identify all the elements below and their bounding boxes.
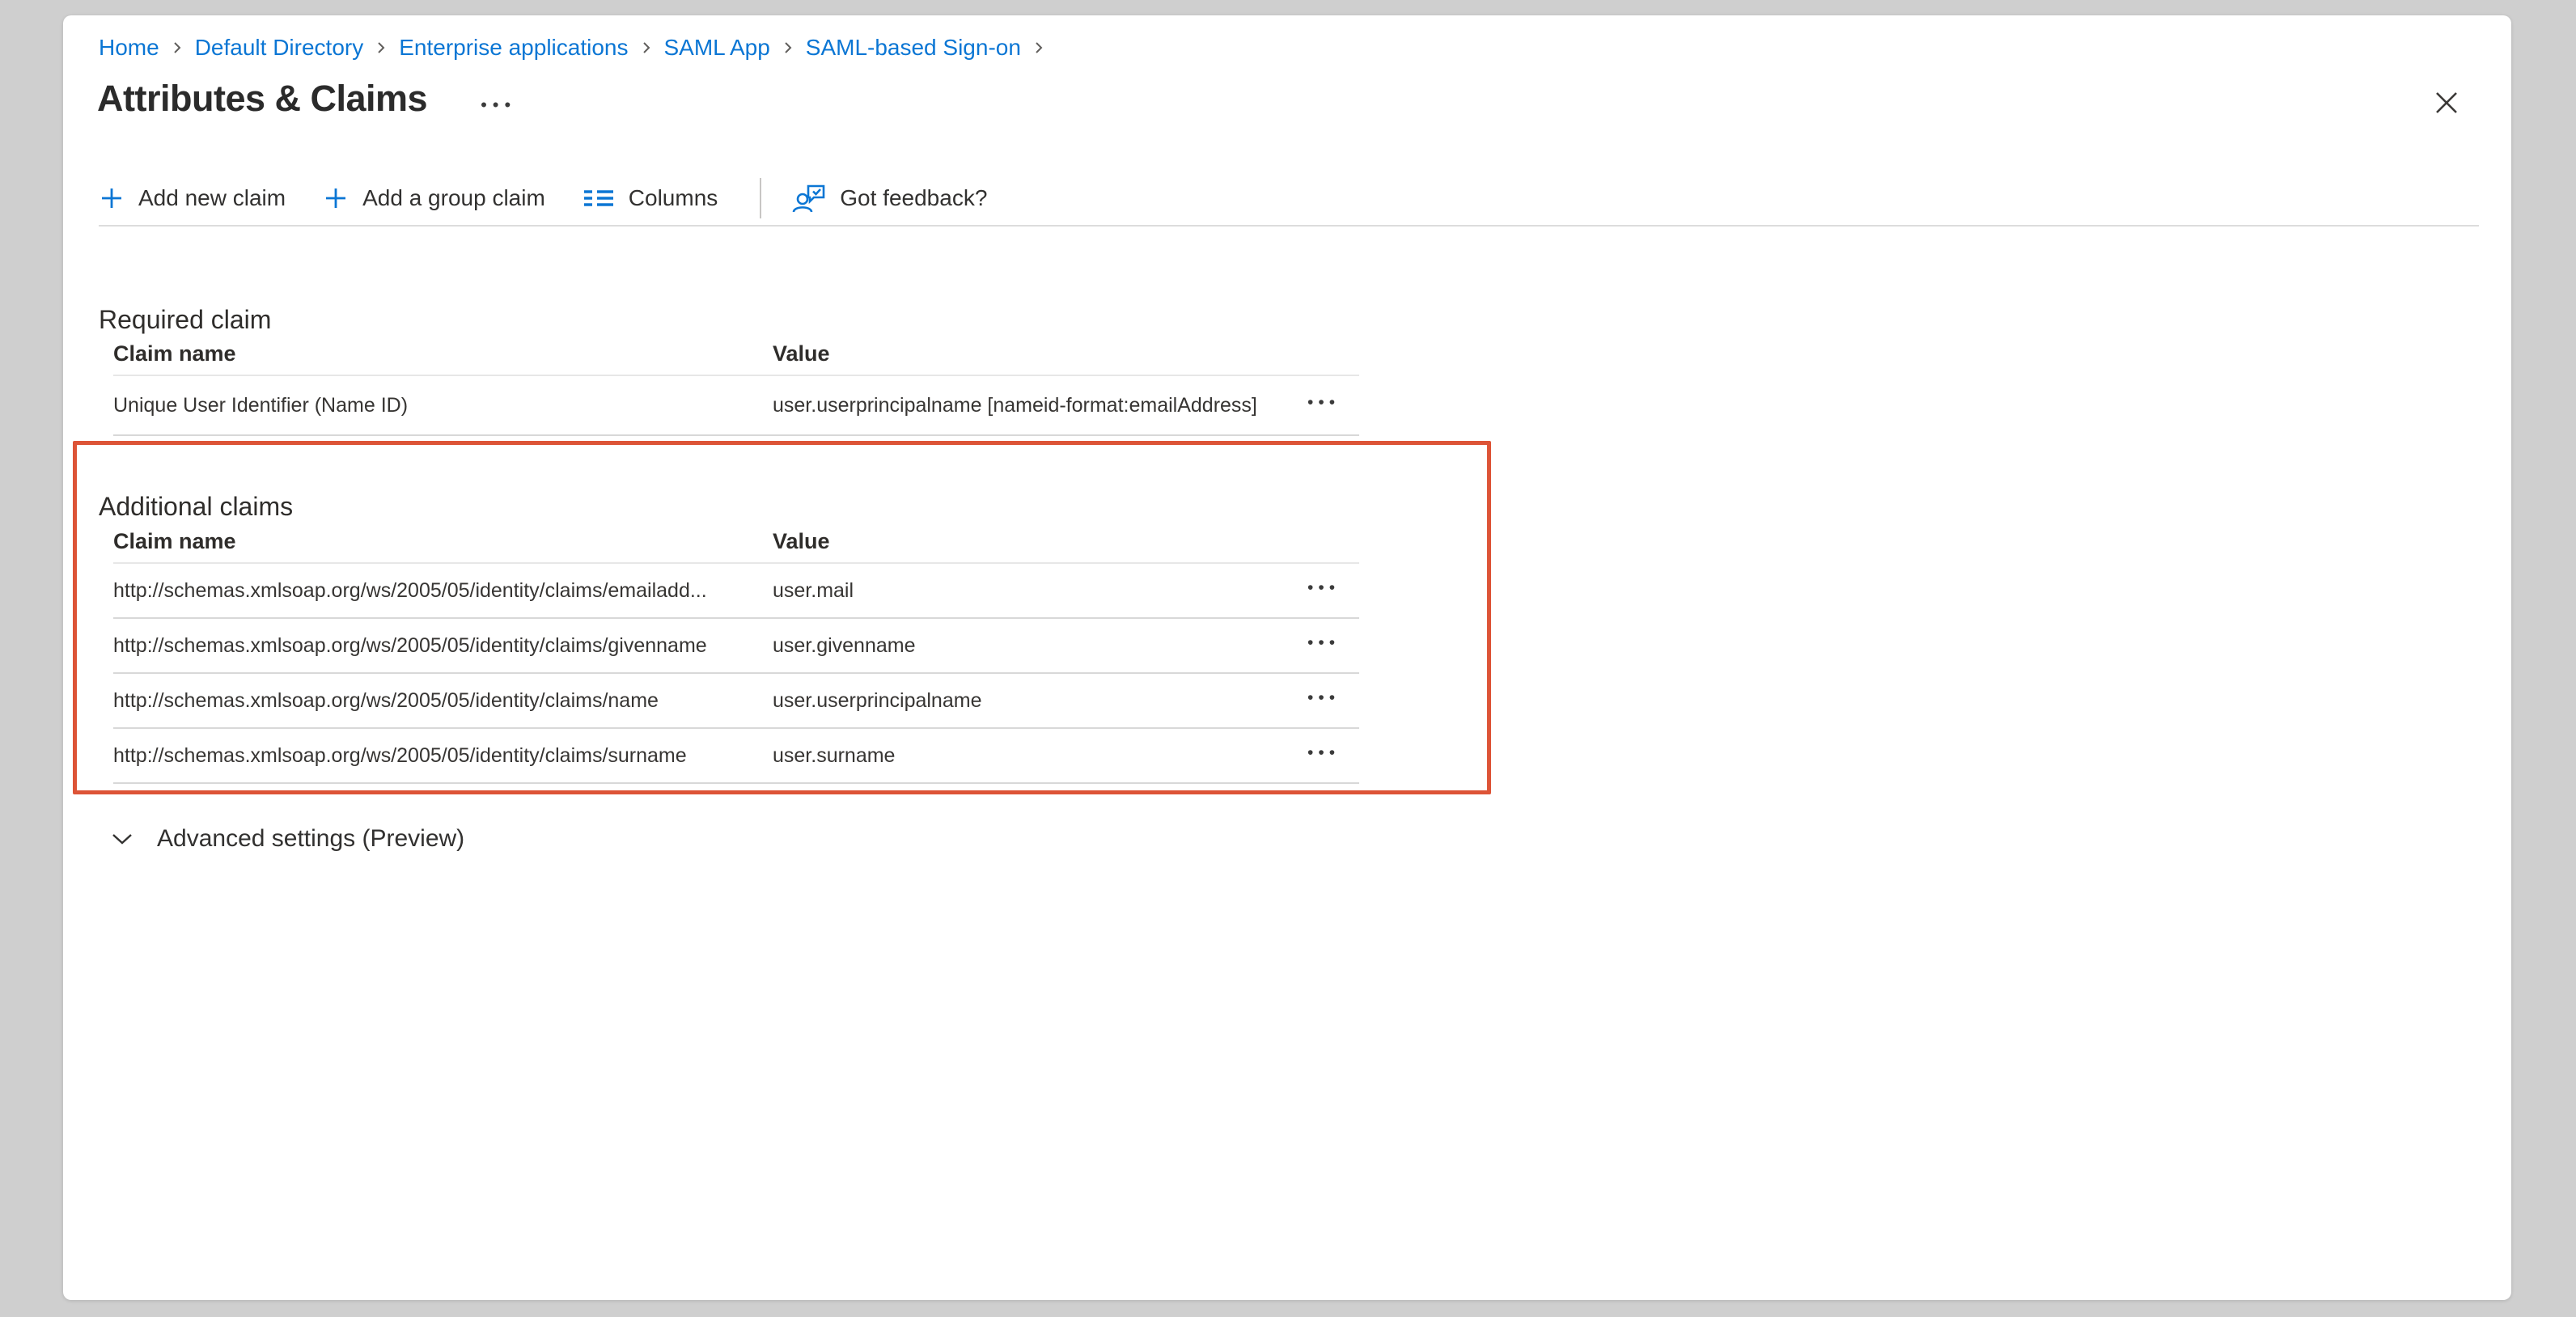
chevron-right-icon (375, 39, 388, 57)
page-title: Attributes & Claims (97, 75, 427, 122)
feedback-person-icon (792, 182, 826, 214)
row-context-menu-button[interactable]: ••• (1303, 580, 1359, 601)
required-claim-table: Claim name Value Unique User Identifier … (113, 332, 1359, 436)
breadcrumb-enterprise-applications[interactable]: Enterprise applications (399, 33, 628, 62)
chevron-right-icon (1032, 39, 1045, 57)
additional-claims-table: Claim name Value http://schemas.xmlsoap.… (113, 520, 1359, 784)
breadcrumb: Home Default Directory Enterprise applic… (99, 33, 1045, 62)
table-header-row: Claim name Value (113, 332, 1359, 376)
add-new-claim-label: Add new claim (138, 185, 286, 211)
chevron-right-icon (640, 39, 653, 57)
claim-name-cell: http://schemas.xmlsoap.org/ws/2005/05/id… (113, 634, 773, 658)
chevron-right-icon (782, 39, 794, 57)
value-column-header: Value (773, 341, 1303, 366)
toolbar-divider-line (99, 225, 2479, 227)
page-context-menu-button[interactable]: ••• (477, 94, 519, 116)
plus-icon (99, 185, 125, 211)
breadcrumb-default-directory[interactable]: Default Directory (195, 33, 364, 62)
required-claim-heading: Required claim (99, 302, 271, 337)
claim-name-cell: Unique User Identifier (Name ID) (113, 394, 773, 417)
claim-name-column-header: Claim name (113, 341, 773, 366)
claim-name-cell: http://schemas.xmlsoap.org/ws/2005/05/id… (113, 744, 773, 768)
table-row[interactable]: http://schemas.xmlsoap.org/ws/2005/05/id… (113, 674, 1359, 729)
claim-value-cell: user.mail (773, 579, 1303, 603)
add-group-claim-button[interactable]: Add a group claim (323, 185, 545, 211)
claim-value-cell: user.userprincipalname (773, 689, 1303, 713)
table-row[interactable]: http://schemas.xmlsoap.org/ws/2005/05/id… (113, 619, 1359, 674)
page-header: Attributes & Claims ••• (97, 75, 519, 122)
table-row[interactable]: Unique User Identifier (Name ID) user.us… (113, 376, 1359, 436)
add-group-claim-label: Add a group claim (362, 185, 545, 211)
table-row[interactable]: http://schemas.xmlsoap.org/ws/2005/05/id… (113, 564, 1359, 619)
value-column-header: Value (773, 529, 1303, 554)
advanced-settings-expander[interactable]: Advanced settings (Preview) (110, 821, 464, 857)
additional-claims-heading: Additional claims (99, 489, 293, 524)
breadcrumb-home[interactable]: Home (99, 33, 159, 62)
columns-label: Columns (629, 185, 718, 211)
claim-name-cell: http://schemas.xmlsoap.org/ws/2005/05/id… (113, 689, 773, 713)
breadcrumb-saml-app[interactable]: SAML App (664, 33, 770, 62)
close-button[interactable] (2422, 78, 2471, 127)
chevron-down-icon (110, 831, 134, 847)
claim-value-cell: user.userprincipalname [nameid-format:em… (773, 394, 1303, 417)
breadcrumb-saml-based-sign-on[interactable]: SAML-based Sign-on (806, 33, 1021, 62)
table-header-row: Claim name Value (113, 520, 1359, 564)
got-feedback-button[interactable]: Got feedback? (792, 182, 987, 214)
row-context-menu-button[interactable]: ••• (1303, 395, 1359, 416)
command-bar: Add new claim Add a group claim Columns (99, 176, 1024, 221)
row-context-menu-button[interactable]: ••• (1303, 635, 1359, 656)
claim-value-cell: user.givenname (773, 634, 1303, 658)
columns-button[interactable]: Columns (583, 185, 718, 211)
chevron-right-icon (171, 39, 184, 57)
claim-name-cell: http://schemas.xmlsoap.org/ws/2005/05/id… (113, 579, 773, 603)
toolbar-divider (760, 178, 761, 218)
got-feedback-label: Got feedback? (840, 185, 987, 211)
close-icon (2433, 89, 2460, 116)
attributes-claims-panel: Home Default Directory Enterprise applic… (63, 15, 2511, 1300)
row-context-menu-button[interactable]: ••• (1303, 690, 1359, 711)
row-context-menu-button[interactable]: ••• (1303, 745, 1359, 766)
table-row[interactable]: http://schemas.xmlsoap.org/ws/2005/05/id… (113, 729, 1359, 784)
columns-icon (583, 185, 615, 211)
add-new-claim-button[interactable]: Add new claim (99, 185, 286, 211)
claim-value-cell: user.surname (773, 744, 1303, 768)
claim-name-column-header: Claim name (113, 529, 773, 554)
plus-icon (323, 185, 349, 211)
advanced-settings-label: Advanced settings (Preview) (157, 825, 464, 853)
